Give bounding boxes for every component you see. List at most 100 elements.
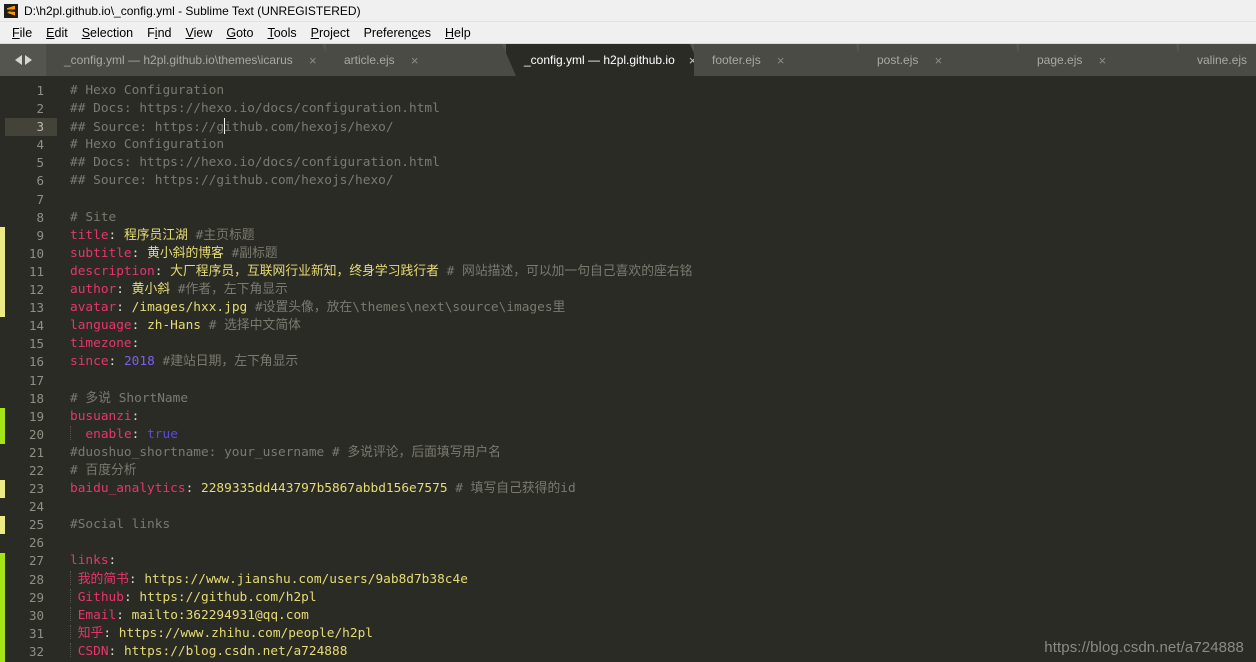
code-token: 我的简书: [77, 571, 129, 587]
code-line[interactable]: [70, 498, 1256, 516]
menu-item-file[interactable]: File: [5, 24, 39, 42]
line-number: 19: [28, 408, 44, 424]
chevron-right-icon[interactable]: [24, 55, 32, 65]
code-line[interactable]: ## Docs: https://hexo.io/docs/configurat…: [70, 100, 1256, 118]
tab-label: footer.ejs: [712, 53, 761, 67]
code-line[interactable]: ## Source: https://github.com/hexojs/hex…: [70, 172, 1256, 190]
code-line[interactable]: description: 大厂程序员，互联网行业新知，终身学习践行者 # 网站描…: [70, 263, 1256, 281]
chevron-left-icon[interactable]: [14, 55, 22, 65]
code-line[interactable]: busuanzi:: [70, 408, 1256, 426]
code-line[interactable]: language: zh-Hans # 选择中文简体: [70, 317, 1256, 335]
menu-item-edit[interactable]: Edit: [39, 24, 75, 42]
code-line[interactable]: # 百度分析: [70, 462, 1256, 480]
code-line[interactable]: [70, 534, 1256, 552]
tab-valine.ejs[interactable]: valine.ejs: [1179, 44, 1256, 76]
code-line[interactable]: title: 程序员江湖 #主页标题: [70, 227, 1256, 245]
code-token: 大厂程序员，互联网行业新知，终身学习践行者: [170, 263, 439, 279]
code-line[interactable]: # Site: [70, 209, 1256, 227]
menu-item-goto[interactable]: Goto: [219, 24, 260, 42]
line-number: 20: [28, 426, 44, 442]
editor-area[interactable]: 1 2 3 4 5 6 7 8 9 10 11 12 13 14 15 16 17 18 19 20 21 22 23 24 2…: [0, 76, 1256, 662]
menu-item-selection[interactable]: Selection: [75, 24, 140, 42]
code-line[interactable]: avatar: /images/hxx.jpg #设置头像，放在\themes\…: [70, 299, 1256, 317]
code-token: #Social links: [70, 517, 171, 533]
code-token: :: [116, 300, 132, 316]
line-number: 15: [28, 336, 44, 352]
menu-item-view[interactable]: View: [178, 24, 219, 42]
code-line[interactable]: [70, 372, 1256, 390]
code-token: busuanzi: [70, 408, 132, 424]
tab-config.yml[interactable]: _config.yml — h2pl.github.io\themes\icar…: [46, 44, 336, 76]
code-token: avatar: [70, 300, 117, 316]
code-line[interactable]: enable: true: [70, 425, 1256, 444]
line-number: 2: [36, 101, 44, 117]
tab-config.yml[interactable]: _config.yml — h2pl.github.io ×: [506, 44, 704, 76]
code-line[interactable]: #duoshuo_shortname: your_username # 多说评论…: [70, 444, 1256, 462]
code-token: #设置头像，放在\themes\next\source\images里: [254, 300, 566, 316]
code-token: mailto:362294931@qq.com: [131, 607, 309, 623]
code-line[interactable]: # 多说 ShortName: [70, 390, 1256, 408]
code-line[interactable]: subtitle: 黄小斜的博客 #副标题: [70, 245, 1256, 263]
code-line[interactable]: [70, 191, 1256, 209]
tab-close-icon[interactable]: ×: [1096, 54, 1108, 67]
line-number: 13: [28, 300, 44, 316]
tab-close-icon[interactable]: ×: [307, 54, 319, 67]
menu-item-tools[interactable]: Tools: [260, 24, 303, 42]
tab-label: valine.ejs: [1197, 53, 1248, 67]
code-token: ## Source: https://github.com/hexojs/hex…: [70, 173, 394, 189]
code-line[interactable]: links:: [70, 552, 1256, 570]
code-token: 黄小斜的博客: [147, 245, 224, 261]
code-line[interactable]: timezone:: [70, 335, 1256, 353]
code-token: :: [185, 481, 201, 497]
code-token: # 选择中文简体: [208, 318, 301, 334]
code-token: 黄小斜: [131, 282, 171, 298]
code-token: :: [103, 625, 119, 641]
code-token: CSDN: [77, 643, 109, 659]
tab-post.ejs[interactable]: post.ejs ×: [859, 44, 1029, 76]
tab-close-icon[interactable]: ×: [932, 54, 944, 67]
code-content[interactable]: # Hexo Configuration ## Docs: https://hex…: [57, 76, 1256, 662]
code-line[interactable]: #Social links: [70, 516, 1256, 534]
code-token: :: [108, 227, 124, 243]
code-line[interactable]: Github: https://github.com/h2pl: [70, 588, 1256, 607]
code-line[interactable]: # Hexo Configuration: [70, 82, 1256, 100]
code-token: ithub.com/hexojs/hexo/: [224, 120, 394, 136]
code-token: :: [131, 408, 140, 424]
code-line[interactable]: Email: mailto:362294931@qq.com: [70, 606, 1256, 625]
menu-item-find[interactable]: Find: [140, 24, 178, 42]
code-line[interactable]: ## Docs: https://hexo.io/docs/configurat…: [70, 154, 1256, 172]
code-line[interactable]: # Hexo Configuration: [70, 136, 1256, 154]
line-number: 11: [28, 263, 44, 279]
tab-page.ejs[interactable]: page.ejs ×: [1019, 44, 1189, 76]
code-line[interactable]: since: 2018 #建站日期，左下角显示: [70, 353, 1256, 371]
code-token: #作者，左下角显示: [177, 282, 288, 298]
code-line[interactable]: 我的简书: https://www.jianshu.com/users/9ab8…: [70, 570, 1256, 589]
tab-footer.ejs[interactable]: footer.ejs ×: [694, 44, 869, 76]
code-line[interactable]: ## Source: https://github.com/hexojs/hex…: [70, 118, 1256, 136]
code-token: 知乎: [77, 625, 104, 641]
tab-article.ejs[interactable]: article.ejs ×: [326, 44, 516, 76]
code-line[interactable]: author: 黄小斜 #作者，左下角显示: [70, 281, 1256, 299]
menu-item-help[interactable]: Help: [438, 24, 478, 42]
tab-close-icon[interactable]: ×: [409, 54, 421, 67]
tab-close-icon[interactable]: ×: [775, 54, 787, 67]
line-number: 14: [28, 318, 44, 334]
line-number: 5: [36, 155, 44, 171]
code-token: :: [131, 426, 148, 442]
code-token: :: [108, 643, 124, 659]
menu-item-project[interactable]: Project: [304, 24, 357, 42]
code-token: # Hexo Configuration: [70, 137, 225, 153]
menu-item-preferences[interactable]: Preferences: [357, 24, 438, 42]
line-number: 6: [36, 173, 44, 189]
line-number: 21: [28, 444, 44, 460]
code-token: #主页标题: [195, 227, 255, 243]
code-token: # Site: [70, 209, 117, 225]
line-number: 12: [28, 282, 44, 298]
code-token: 2289335dd443797b5867abbd156e7575: [201, 481, 448, 497]
code-line[interactable]: baidu_analytics: 2289335dd443797b5867abb…: [70, 480, 1256, 498]
